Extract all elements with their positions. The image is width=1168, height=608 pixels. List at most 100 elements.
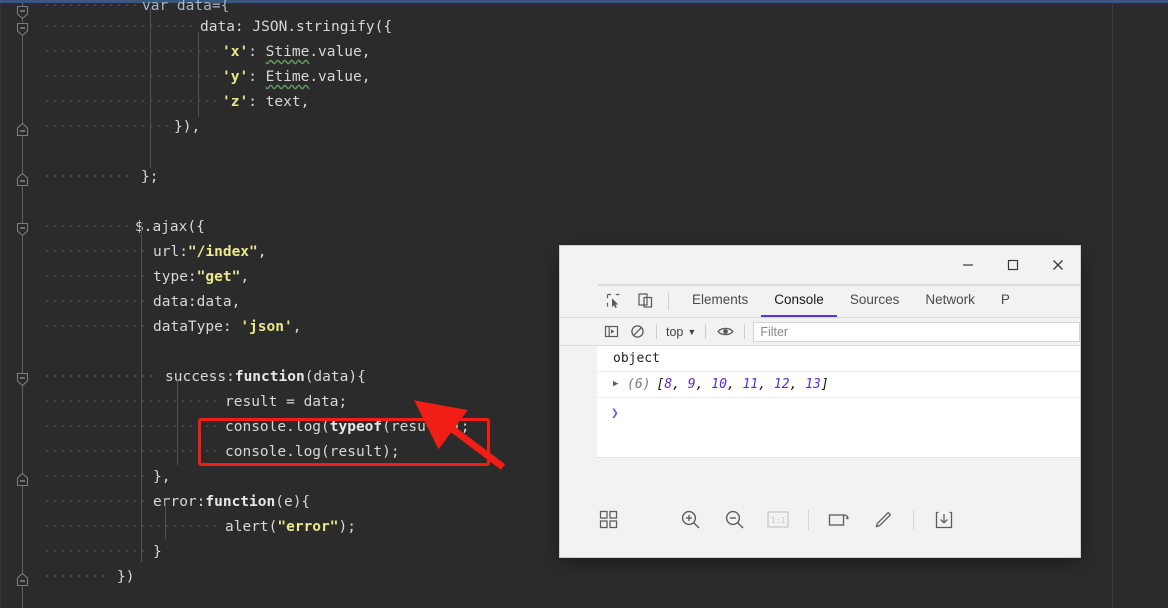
array-values: 8, 9, 10, 11, 12, 13: [664, 377, 821, 392]
code-token: 'x': [222, 44, 249, 60]
indent-guide: [46, 65, 216, 90]
code-token: :: [248, 44, 266, 60]
code-token: },: [153, 469, 171, 485]
disclosure-triangle-icon[interactable]: ▶: [613, 380, 625, 389]
indent-guide: [46, 440, 219, 465]
filter-input[interactable]: [753, 321, 1080, 342]
code-line[interactable]: };: [0, 165, 1168, 190]
console-sidebar-icon[interactable]: [598, 320, 624, 344]
indent-guide: [46, 90, 216, 115]
minimize-icon[interactable]: [945, 248, 990, 282]
code-token: dataType:: [153, 319, 241, 335]
array-separator: ,: [726, 377, 743, 392]
array-item: 13: [805, 377, 821, 392]
array-open-bracket: [: [656, 377, 665, 392]
tab-performance[interactable]: P: [988, 284, 1023, 317]
code-token: :: [248, 69, 266, 85]
console-input-row[interactable]: ❯: [597, 398, 1080, 428]
screen: var data={data: JSON.stringify({'x': Sti…: [0, 0, 1168, 608]
array-separator: ,: [672, 377, 688, 392]
console-toolbar[interactable]: top ▼: [560, 318, 1080, 346]
edit-pencil-icon[interactable]: [861, 498, 905, 542]
indent-bar: [198, 32, 199, 117]
console-message-text[interactable]: object: [597, 346, 1080, 372]
popout-window-icon[interactable]: [817, 498, 861, 542]
indent-guide: [46, 365, 159, 390]
execution-context-selector[interactable]: top ▼: [663, 325, 699, 339]
array-item: 9: [687, 377, 696, 392]
tab-sources-label: Sources: [849, 292, 900, 307]
actual-size-icon[interactable]: 1:1: [756, 498, 800, 542]
code-line[interactable]: }),: [0, 115, 1168, 140]
console-prompt-icon: ❯: [611, 405, 619, 421]
devtools-titlebar[interactable]: [560, 246, 1080, 284]
tab-sources[interactable]: Sources: [837, 284, 913, 317]
toolbar-divider: [668, 291, 669, 310]
devtools-tool-buttons[interactable]: [598, 284, 679, 317]
tab-network[interactable]: Network: [912, 284, 988, 317]
indent-guide: [46, 315, 147, 340]
code-token: 'y': [222, 69, 249, 85]
code-token: }): [117, 569, 135, 585]
code-token: .value,: [309, 69, 371, 85]
indent-guide: [46, 265, 147, 290]
code-token: (result));: [382, 419, 470, 435]
code-token: alert(: [225, 519, 278, 535]
console-message-array[interactable]: ▶ (6) [ 8, 9, 10, 11, 12, 13 ]: [597, 372, 1080, 398]
zoom-out-icon[interactable]: [712, 498, 756, 542]
app-grid-icon[interactable]: [586, 498, 630, 542]
code-token: .stringify({: [287, 19, 393, 35]
code-token: Etime: [265, 69, 310, 85]
code-token: success:: [165, 369, 235, 385]
code-token: type:: [153, 269, 197, 285]
code-token: var data={: [142, 0, 230, 14]
tab-performance-label: P: [1000, 292, 1010, 307]
code-token: }),: [174, 119, 201, 135]
browser-bottom-toolbar[interactable]: 1:1: [560, 482, 1080, 557]
live-expression-icon[interactable]: [712, 320, 738, 344]
tab-elements[interactable]: Elements: [679, 284, 761, 317]
zoom-in-icon[interactable]: [668, 498, 712, 542]
close-icon[interactable]: [1035, 248, 1080, 282]
indent-guide: [46, 465, 147, 490]
console-output-panel[interactable]: object ▶ (6) [ 8, 9, 10, 11, 12, 13 ] ❯: [597, 346, 1080, 458]
devtools-window[interactable]: Elements Console Sources Network P top ▼…: [560, 246, 1080, 557]
code-token: data:data,: [153, 294, 241, 310]
devtools-tabstrip[interactable]: Elements Console Sources Network P: [560, 284, 1080, 318]
array-item: 12: [773, 377, 790, 392]
clear-console-icon[interactable]: [624, 320, 650, 344]
code-token: "error": [277, 519, 339, 535]
maximize-icon[interactable]: [990, 248, 1035, 282]
indent-bar: [141, 222, 142, 562]
array-close-bracket: ]: [820, 377, 829, 392]
code-token: console.log(result);: [225, 444, 400, 460]
tab-network-label: Network: [925, 292, 975, 307]
code-token: function: [234, 369, 305, 385]
svg-text:1:1: 1:1: [771, 516, 786, 525]
indent-bar: [150, 8, 151, 168]
code-token: typeof: [329, 419, 383, 435]
indent-guide: [46, 490, 147, 515]
tab-console[interactable]: Console: [761, 284, 837, 317]
console-toolbar-divider-1: [656, 324, 657, 339]
code-token: (e){: [275, 494, 311, 510]
device-toolbar-icon[interactable]: [630, 286, 660, 316]
array-item: 8: [664, 377, 673, 392]
console-toolbar-divider-3: [744, 324, 746, 339]
execution-context-label: top: [666, 324, 684, 339]
array-length-badge: (6): [627, 377, 651, 392]
code-line[interactable]: $.ajax({: [0, 215, 1168, 240]
console-message-value: object: [613, 351, 660, 366]
code-token: url:: [153, 244, 188, 260]
array-separator: ,: [758, 377, 774, 392]
code-token: }: [153, 544, 162, 560]
code-token: : text,: [248, 94, 310, 110]
bottom-toolbar-divider-2: [913, 509, 914, 530]
console-toolbar-divider-2: [705, 324, 707, 339]
code-token: JSON: [252, 19, 288, 35]
indent-guide: [46, 240, 147, 265]
code-token: ,: [240, 269, 250, 285]
save-download-icon[interactable]: [922, 498, 966, 542]
inspect-element-icon[interactable]: [598, 286, 628, 316]
code-line[interactable]: }): [0, 565, 1168, 590]
